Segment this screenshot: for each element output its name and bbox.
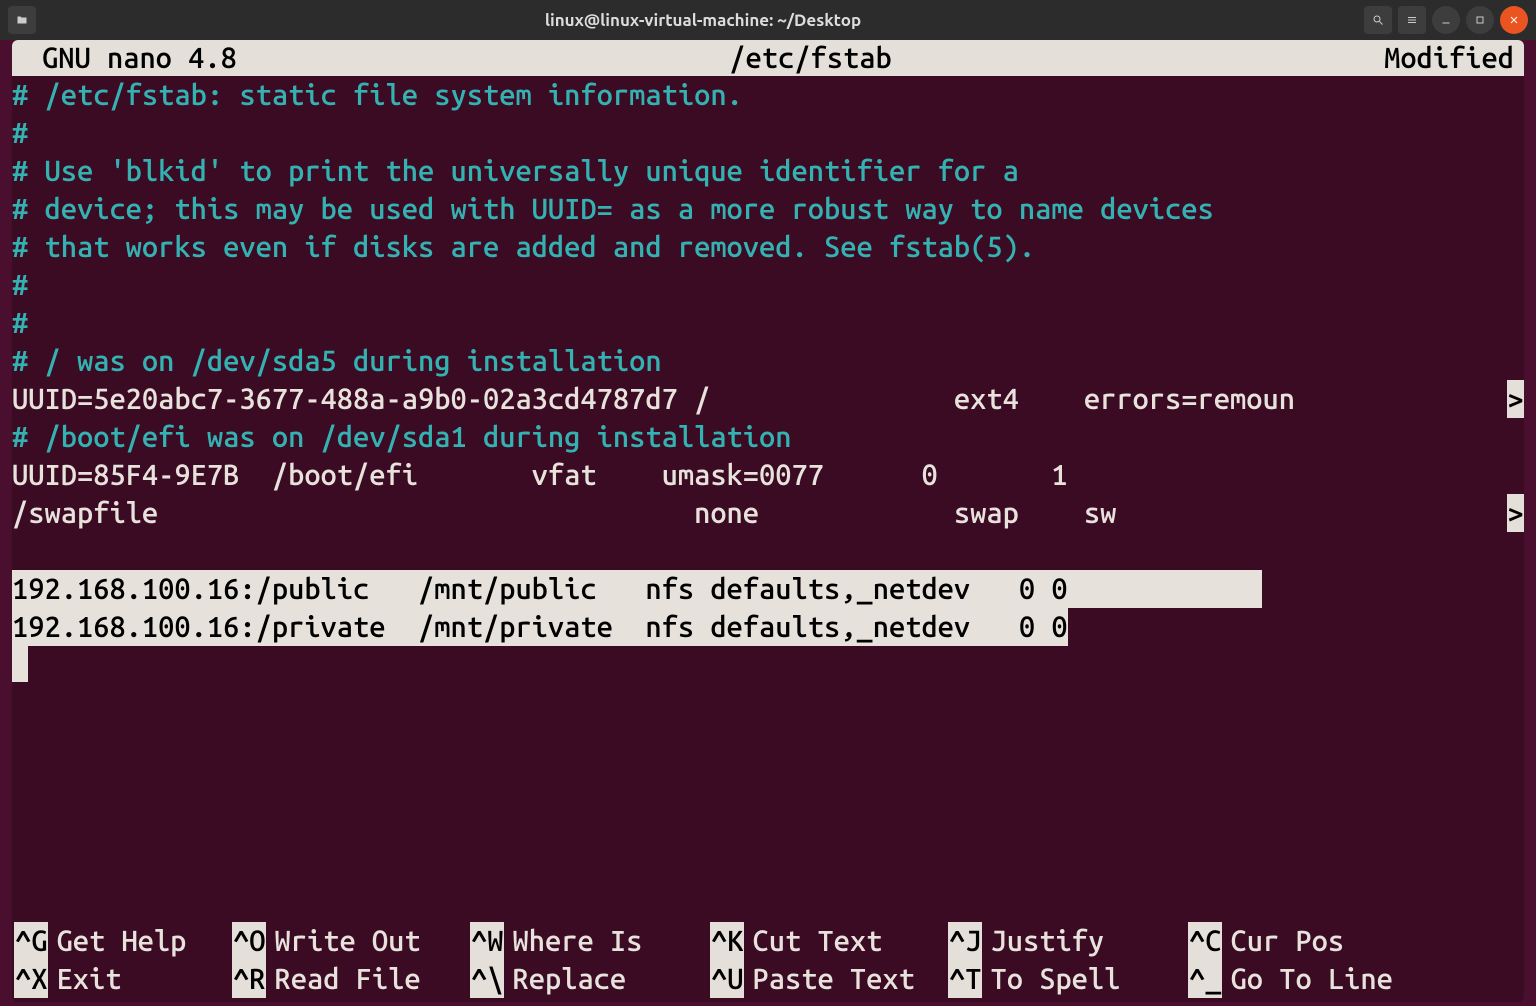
shortcut-key: ^O <box>232 922 266 960</box>
shortcut-label: Exit <box>56 960 121 998</box>
nano-shortcut: ^TTo Spell <box>948 960 1188 998</box>
shortcut-key: ^C <box>1188 922 1222 960</box>
shortcut-key: ^K <box>710 922 744 960</box>
nano-shortcut: ^XExit <box>14 960 232 998</box>
editor-line: # <box>12 114 1524 152</box>
files-app-icon[interactable] <box>8 6 36 34</box>
editor-line: # Use 'blkid' to print the universally u… <box>12 152 1524 190</box>
shortcut-label: Justify <box>990 922 1104 960</box>
minimize-button[interactable] <box>1432 6 1460 34</box>
nano-shortcut: ^KCut Text <box>710 922 948 960</box>
editor-line: UUID=5e20abc7-3677-488a-a9b0-02a3cd4787d… <box>12 380 1524 418</box>
editor-line: # that works even if disks are added and… <box>12 228 1524 266</box>
maximize-button[interactable] <box>1466 6 1494 34</box>
editor-line <box>12 532 1524 570</box>
terminal-area[interactable]: GNU nano 4.8 /etc/fstab Modified # /etc/… <box>12 40 1524 1002</box>
nano-status: Modified <box>1384 40 1522 76</box>
window-titlebar: linux@linux-virtual-machine: ~/Desktop <box>0 0 1536 40</box>
shortcut-key: ^R <box>232 960 266 998</box>
editor-line: # /etc/fstab: static file system informa… <box>12 76 1524 114</box>
close-button[interactable] <box>1500 6 1528 34</box>
search-button[interactable] <box>1364 6 1392 34</box>
shortcut-label: Paste Text <box>752 960 914 998</box>
shortcut-label: To Spell <box>990 960 1120 998</box>
hamburger-menu-button[interactable] <box>1398 6 1426 34</box>
editor-line: # <box>12 266 1524 304</box>
shortcut-key: ^_ <box>1188 960 1222 998</box>
editor-line: 192.168.100.16:/public /mnt/public nfs d… <box>12 570 1524 608</box>
nano-shortcut: ^OWrite Out <box>232 922 470 960</box>
editor-line: 192.168.100.16:/private /mnt/private nfs… <box>12 608 1524 646</box>
shortcut-label: Cut Text <box>752 922 882 960</box>
editor-line: # / was on /dev/sda5 during installation <box>12 342 1524 380</box>
shortcut-key: ^X <box>14 960 48 998</box>
editor-line: # device; this may be used with UUID= as… <box>12 190 1524 228</box>
nano-shortcut: ^CCur Pos <box>1188 922 1426 960</box>
editor-line <box>12 646 1524 682</box>
nano-shortcut: ^GGet Help <box>14 922 232 960</box>
nano-shortcut: ^_Go To Line <box>1188 960 1426 998</box>
shortcut-key: ^U <box>710 960 744 998</box>
nano-shortcut: ^WWhere Is <box>470 922 710 960</box>
shortcut-label: Go To Line <box>1230 960 1392 998</box>
shortcut-key: ^\ <box>470 960 504 998</box>
nano-header: GNU nano 4.8 /etc/fstab Modified <box>12 40 1524 76</box>
overflow-indicator: > <box>1507 380 1524 418</box>
overflow-indicator: > <box>1507 494 1524 532</box>
shortcut-label: Get Help <box>56 922 186 960</box>
editor-line: UUID=85F4-9E7B /boot/efi vfat umask=0077… <box>12 456 1524 494</box>
shortcut-label: Where Is <box>512 922 642 960</box>
editor-line: # /boot/efi was on /dev/sda1 during inst… <box>12 418 1524 456</box>
nano-shortcut: ^RRead File <box>232 960 470 998</box>
shortcut-key: ^G <box>14 922 48 960</box>
nano-shortcut: ^UPaste Text <box>710 960 948 998</box>
shortcut-key: ^T <box>948 960 982 998</box>
nano-app-name: GNU nano 4.8 <box>14 40 237 76</box>
window-title: linux@linux-virtual-machine: ~/Desktop <box>42 11 1364 30</box>
shortcut-key: ^J <box>948 922 982 960</box>
nano-footer: ^GGet Help^OWrite Out^WWhere Is^KCut Tex… <box>12 922 1524 998</box>
editor-content[interactable]: # /etc/fstab: static file system informa… <box>12 76 1524 682</box>
shortcut-label: Replace <box>512 960 626 998</box>
shortcut-label: Cur Pos <box>1230 922 1344 960</box>
editor-line: # <box>12 304 1524 342</box>
cursor <box>12 646 28 682</box>
nano-file-name: /etc/fstab <box>237 40 1384 76</box>
nano-shortcut: ^\Replace <box>470 960 710 998</box>
nano-shortcut: ^JJustify <box>948 922 1188 960</box>
editor-line: /swapfile none swap sw > <box>12 494 1524 532</box>
shortcut-label: Read File <box>274 960 420 998</box>
shortcut-label: Write Out <box>274 922 420 960</box>
shortcut-key: ^W <box>470 922 504 960</box>
